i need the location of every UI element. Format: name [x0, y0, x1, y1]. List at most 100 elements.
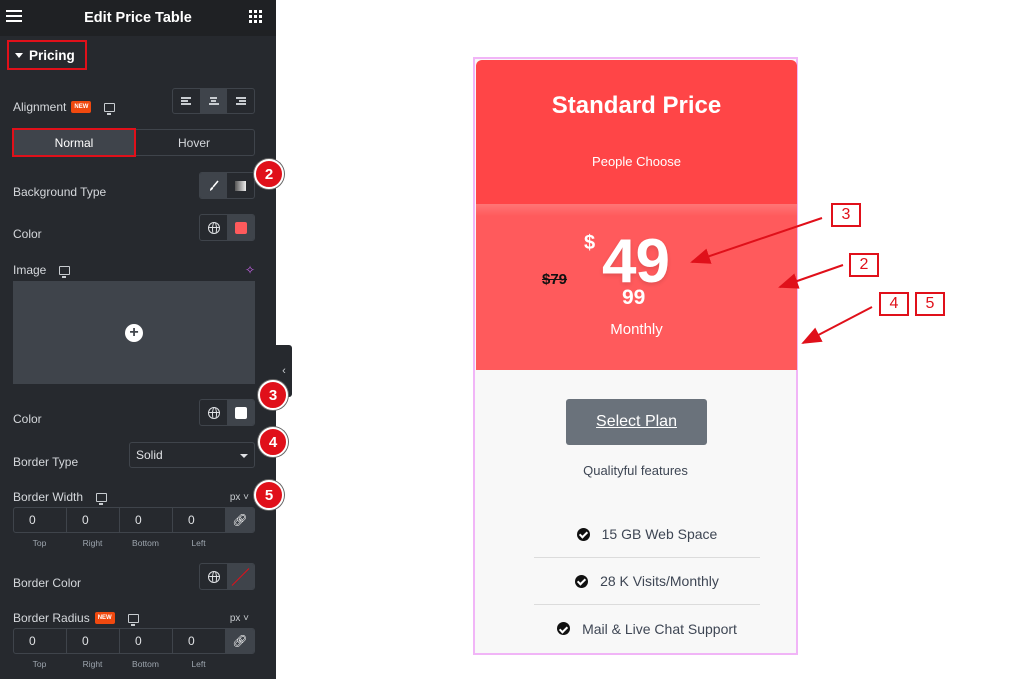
color-swatch [234, 406, 247, 419]
currency-symbol: $ [584, 232, 596, 254]
ai-sparkle-icon[interactable]: ✧ [245, 263, 255, 277]
unit-value: px [229, 612, 241, 624]
dim-label-right: Right [82, 659, 103, 669]
link-values-button[interactable]: 🔗︎ [226, 508, 254, 532]
unit-select[interactable]: px ˅ [230, 492, 249, 503]
original-price: $79 [542, 271, 568, 288]
align-center-button[interactable] [200, 89, 227, 113]
image-label: Image [13, 263, 47, 277]
border-width-top-input[interactable]: 0 [14, 508, 67, 532]
border-radius-bottom-input[interactable]: 0 [120, 629, 173, 653]
link-icon: 🔗︎ [232, 634, 248, 648]
editor-panel: Edit Price Table Pricing Alignment NEW N… [0, 0, 276, 679]
section-title: Pricing [29, 47, 75, 63]
color-picker-empty[interactable] [227, 564, 254, 589]
section-toggle-pricing[interactable]: Pricing [7, 40, 87, 70]
alignment-control: Alignment NEW [13, 88, 255, 115]
link-icon: 🔗︎ [232, 513, 248, 527]
card-header: Standard Price People Choose [476, 60, 797, 204]
desktop-responsive-icon[interactable] [127, 613, 139, 626]
apps-grid-icon[interactable] [249, 10, 262, 23]
classic-brush-button[interactable] [200, 173, 227, 198]
border-radius-right-input[interactable]: 0 [67, 629, 120, 653]
align-right-button[interactable] [227, 89, 254, 113]
color-label: Color [13, 227, 42, 241]
globe-icon [207, 406, 220, 419]
image-control: Image ✧ [13, 263, 255, 278]
border-type-label: Border Type [13, 455, 79, 469]
border-radius-control: Border Radius NEW px ˅ [13, 611, 255, 626]
background-type-label: Background Type [13, 185, 107, 199]
dim-label-bottom: Bottom [132, 538, 159, 548]
tab-normal[interactable]: Normal [12, 128, 136, 157]
color-swatch [234, 221, 247, 234]
price-cents: 99 [622, 286, 646, 309]
border-radius-label: Border Radius [13, 611, 90, 625]
dim-label-top: Top [32, 659, 47, 669]
dim-label-top: Top [32, 538, 47, 548]
desktop-responsive-icon[interactable] [59, 265, 71, 278]
check-circle-icon [557, 622, 571, 635]
border-radius-top-input[interactable]: 0 [14, 629, 67, 653]
border-color-control: Border Color [13, 563, 255, 590]
dim-label-left: Left [191, 538, 206, 548]
border-width-right-input[interactable]: 0 [67, 508, 120, 532]
color-picker[interactable] [227, 215, 254, 240]
select-plan-button[interactable]: Select Plan [566, 399, 707, 445]
feature-text: 28 K Visits/Monthly [600, 573, 719, 589]
price-table-card: Standard Price People Choose $79 $ 49 99… [473, 57, 798, 655]
check-circle-icon [576, 527, 590, 541]
background-type-buttons [199, 172, 255, 199]
desktop-responsive-icon[interactable] [96, 492, 108, 505]
price-period: Monthly [610, 321, 663, 338]
step-badge: 4 [258, 427, 288, 457]
alignment-label: Alignment [13, 100, 67, 114]
border-type-select[interactable]: Solid [129, 442, 255, 468]
check-circle-icon [575, 574, 589, 588]
border-width-bottom-input[interactable]: 0 [120, 508, 173, 532]
screen: Edit Price Table Pricing Alignment NEW N… [0, 0, 1024, 679]
add-image-icon[interactable]: + [125, 323, 143, 342]
plan-title: Standard Price [551, 92, 722, 119]
tab-hover[interactable]: Hover [134, 130, 254, 155]
chevron-down-icon [240, 454, 248, 458]
new-badge: NEW [94, 612, 115, 624]
state-tabs: Normal Hover [12, 128, 255, 157]
feature-item: Mail & Live Chat Support [534, 605, 760, 652]
dim-label-left: Left [191, 659, 206, 669]
step-badge: 5 [254, 480, 284, 510]
pricing-area: $79 $ 49 99 Monthly [476, 204, 797, 370]
border-width-inputs: 0 0 0 0 🔗︎ [13, 507, 255, 533]
chevron-left-icon: ‹ [282, 365, 286, 377]
hamburger-menu-icon[interactable] [6, 10, 22, 24]
global-colors-button[interactable] [200, 564, 227, 589]
callout-label: 5 [915, 292, 945, 316]
align-left-button[interactable] [173, 89, 200, 113]
image-upload-area[interactable]: + [13, 281, 255, 384]
feature-item: 15 GB Web Space [534, 511, 760, 558]
step-badge: 2 [254, 159, 284, 189]
dim-label-right: Right [82, 538, 103, 548]
feature-item: 28 K Visits/Monthly [534, 558, 760, 605]
overlay-color-control: Color [13, 399, 255, 426]
global-colors-button[interactable] [200, 215, 227, 240]
background-type-control: Background Type [13, 172, 255, 199]
color-buttons [199, 214, 255, 241]
border-width-label: Border Width [13, 490, 84, 504]
desktop-responsive-icon[interactable] [104, 102, 116, 115]
gradient-button[interactable] [227, 173, 254, 198]
callout-label: 4 [879, 292, 909, 316]
unit-select[interactable]: px ˅ [230, 613, 249, 624]
callout-label: 2 [849, 253, 879, 277]
panel-title: Edit Price Table [84, 10, 192, 26]
feature-text: 15 GB Web Space [601, 526, 718, 542]
dim-label-bottom: Bottom [132, 659, 159, 669]
border-width-labels: Top Right Bottom Left [13, 538, 255, 548]
globe-icon [207, 221, 220, 234]
global-colors-button[interactable] [200, 400, 227, 425]
border-width-left-input[interactable]: 0 [173, 508, 226, 532]
border-radius-left-input[interactable]: 0 [173, 629, 226, 653]
color-picker[interactable] [227, 400, 254, 425]
link-values-button[interactable]: 🔗︎ [226, 629, 254, 653]
step-badge: 3 [258, 380, 288, 410]
